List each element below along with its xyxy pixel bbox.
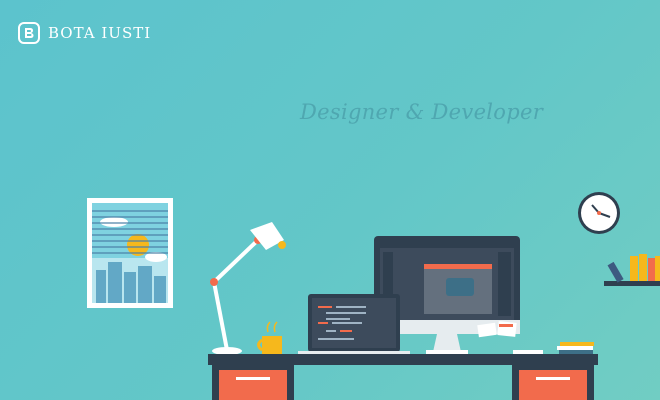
window-picture [87,198,173,308]
desk-items [477,321,594,354]
workspace-illustration [87,192,660,400]
laptop [298,294,410,355]
wall-clock [578,192,620,234]
desk [208,354,598,400]
coffee-mug [257,321,282,354]
bookshelf [604,254,660,286]
desk-lamp [210,222,286,355]
